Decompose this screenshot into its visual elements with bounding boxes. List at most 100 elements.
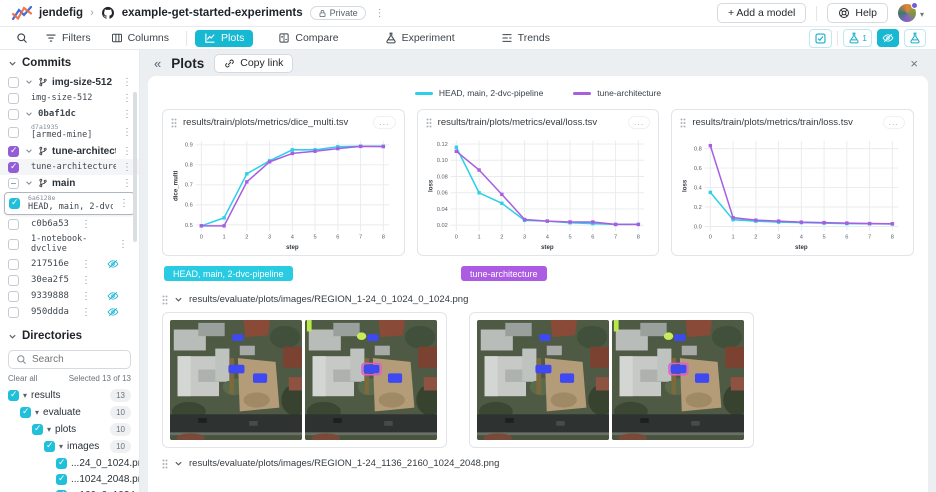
tab-plots[interactable]: Plots	[195, 30, 253, 47]
plot-menu-icon[interactable]: ...	[373, 116, 396, 129]
commit-checkbox[interactable]	[8, 259, 19, 270]
commit-row[interactable]: d7a1935 [armed-mine]	[0, 122, 139, 143]
row-menu-icon[interactable]	[120, 127, 134, 138]
row-menu-icon[interactable]	[117, 198, 131, 209]
row-menu-icon[interactable]	[120, 162, 134, 173]
tab-trends[interactable]: Trends	[492, 30, 559, 47]
directories-search[interactable]	[8, 350, 131, 369]
copy-link-button[interactable]: Copy link	[214, 54, 293, 73]
plot-menu-icon[interactable]: ...	[628, 116, 651, 129]
directory-row[interactable]: results 13	[0, 387, 139, 404]
plot-menu-icon[interactable]: ...	[883, 116, 906, 129]
repo-menu-icon[interactable]	[373, 8, 387, 19]
row-menu-icon[interactable]	[120, 178, 134, 189]
chevron-down-icon[interactable]	[174, 459, 183, 468]
commit-row[interactable]: tune-architecture	[0, 159, 139, 175]
help-button[interactable]: Help	[827, 3, 888, 23]
commit-checkbox[interactable]	[8, 146, 19, 157]
row-menu-icon[interactable]	[79, 307, 93, 318]
commit-row[interactable]: 0baf1dc	[0, 106, 139, 122]
file-row[interactable]: ...24_0_1024.png	[0, 455, 139, 471]
experiments-button[interactable]	[904, 29, 926, 47]
line-chart[interactable]: 0.00.20.40.60.8012345678steploss	[680, 131, 905, 253]
commit-row[interactable]: 217516e	[0, 256, 139, 272]
file-row[interactable]: ...160_0_1024.png	[0, 487, 139, 492]
commit-row[interactable]: img-size-512	[0, 74, 139, 90]
collapse-sidebar-icon[interactable]: «	[154, 56, 161, 71]
drag-handle-icon[interactable]	[426, 118, 432, 128]
tab-compare[interactable]: Compare	[269, 30, 347, 47]
line-chart[interactable]: 0.50.60.70.80.9012345678stepdice_multi	[171, 131, 396, 253]
commit-row[interactable]: 1-notebook-dvclive	[0, 232, 139, 256]
commit-checkbox[interactable]	[8, 162, 19, 173]
add-model-button[interactable]: + Add a model	[717, 3, 806, 23]
tab-experiment[interactable]: Experiment	[376, 30, 464, 47]
commit-checkbox[interactable]	[8, 219, 19, 230]
commit-checkbox[interactable]	[8, 307, 19, 318]
row-menu-icon[interactable]	[79, 259, 93, 270]
row-menu-icon[interactable]	[120, 146, 134, 157]
directory-checkbox[interactable]	[44, 441, 55, 452]
chevron-down-icon[interactable]	[23, 178, 34, 189]
eye-off-icon[interactable]	[107, 290, 119, 302]
commit-checkbox[interactable]	[9, 198, 20, 209]
tab-columns[interactable]: Columns	[102, 30, 178, 47]
breadcrumb-org[interactable]: jendefig	[39, 7, 83, 19]
directory-checkbox[interactable]	[8, 390, 19, 401]
chevron-down-icon[interactable]	[23, 146, 34, 157]
row-menu-icon[interactable]	[79, 291, 93, 302]
row-menu-icon[interactable]	[120, 109, 134, 120]
caret-down-icon[interactable]	[23, 390, 27, 401]
drag-handle-icon[interactable]	[171, 118, 177, 128]
line-chart[interactable]: 0.020.040.060.080.100.12012345678steplos…	[426, 131, 651, 253]
hidden-commits-button[interactable]	[877, 29, 899, 47]
commit-row[interactable]: tune-architecture	[0, 143, 139, 159]
commit-checkbox[interactable]	[8, 77, 19, 88]
chevron-down-icon[interactable]	[23, 77, 34, 88]
search-input[interactable]	[32, 354, 117, 365]
select-all-button[interactable]	[809, 29, 832, 48]
close-icon[interactable]: ×	[906, 56, 922, 71]
drag-handle-icon[interactable]	[162, 295, 168, 305]
studio-logo[interactable]	[12, 6, 32, 20]
commit-row[interactable]: 950ddda	[0, 304, 139, 320]
row-menu-icon[interactable]	[79, 219, 93, 230]
commit-checkbox[interactable]	[8, 109, 19, 120]
commit-checkbox[interactable]	[8, 239, 19, 250]
image-card[interactable]	[469, 312, 754, 448]
breadcrumb-repo[interactable]: example-get-started-experiments	[122, 7, 303, 19]
directory-row[interactable]: images 10	[0, 438, 139, 455]
commit-row[interactable]: main	[0, 175, 139, 191]
directory-row[interactable]: plots 10	[0, 421, 139, 438]
commit-row[interactable]: img-size-512	[0, 90, 139, 106]
caret-down-icon[interactable]	[47, 424, 51, 435]
commit-row[interactable]: 30ea2f5	[0, 272, 139, 288]
commit-checkbox[interactable]	[8, 93, 19, 104]
eye-off-icon[interactable]	[107, 306, 119, 318]
row-menu-icon[interactable]	[120, 77, 134, 88]
directory-checkbox[interactable]	[20, 407, 31, 418]
row-menu-icon[interactable]	[116, 239, 130, 250]
row-menu-icon[interactable]	[79, 275, 93, 286]
sidebar-scrollbar[interactable]	[133, 92, 137, 242]
tab-filters[interactable]: Filters	[36, 30, 100, 47]
drag-handle-icon[interactable]	[162, 459, 168, 469]
commit-checkbox[interactable]	[8, 275, 19, 286]
revision-chip[interactable]: tune-architecture	[461, 266, 547, 281]
user-menu[interactable]	[898, 4, 924, 22]
commit-checkbox[interactable]	[8, 291, 19, 302]
revision-chip[interactable]: HEAD, main, 2-dvc-pipeline	[164, 266, 293, 281]
chevron-down-icon[interactable]	[23, 109, 34, 120]
commit-row[interactable]: c0b6a53	[0, 216, 139, 232]
file-checkbox[interactable]	[56, 474, 67, 485]
directory-row[interactable]: evaluate 10	[0, 404, 139, 421]
commit-row[interactable]: 9339888	[0, 288, 139, 304]
file-row[interactable]: ...1024_2048.png	[0, 471, 139, 487]
commit-row-selected[interactable]: 6a6128e HEAD, main, 2-dvc-pip…	[4, 192, 135, 215]
directory-checkbox[interactable]	[32, 424, 43, 435]
chevron-down-icon[interactable]	[174, 295, 183, 304]
avatar[interactable]	[898, 4, 916, 22]
commits-section-header[interactable]: Commits	[0, 50, 139, 74]
drag-handle-icon[interactable]	[680, 118, 686, 128]
eye-off-icon[interactable]	[107, 258, 119, 270]
